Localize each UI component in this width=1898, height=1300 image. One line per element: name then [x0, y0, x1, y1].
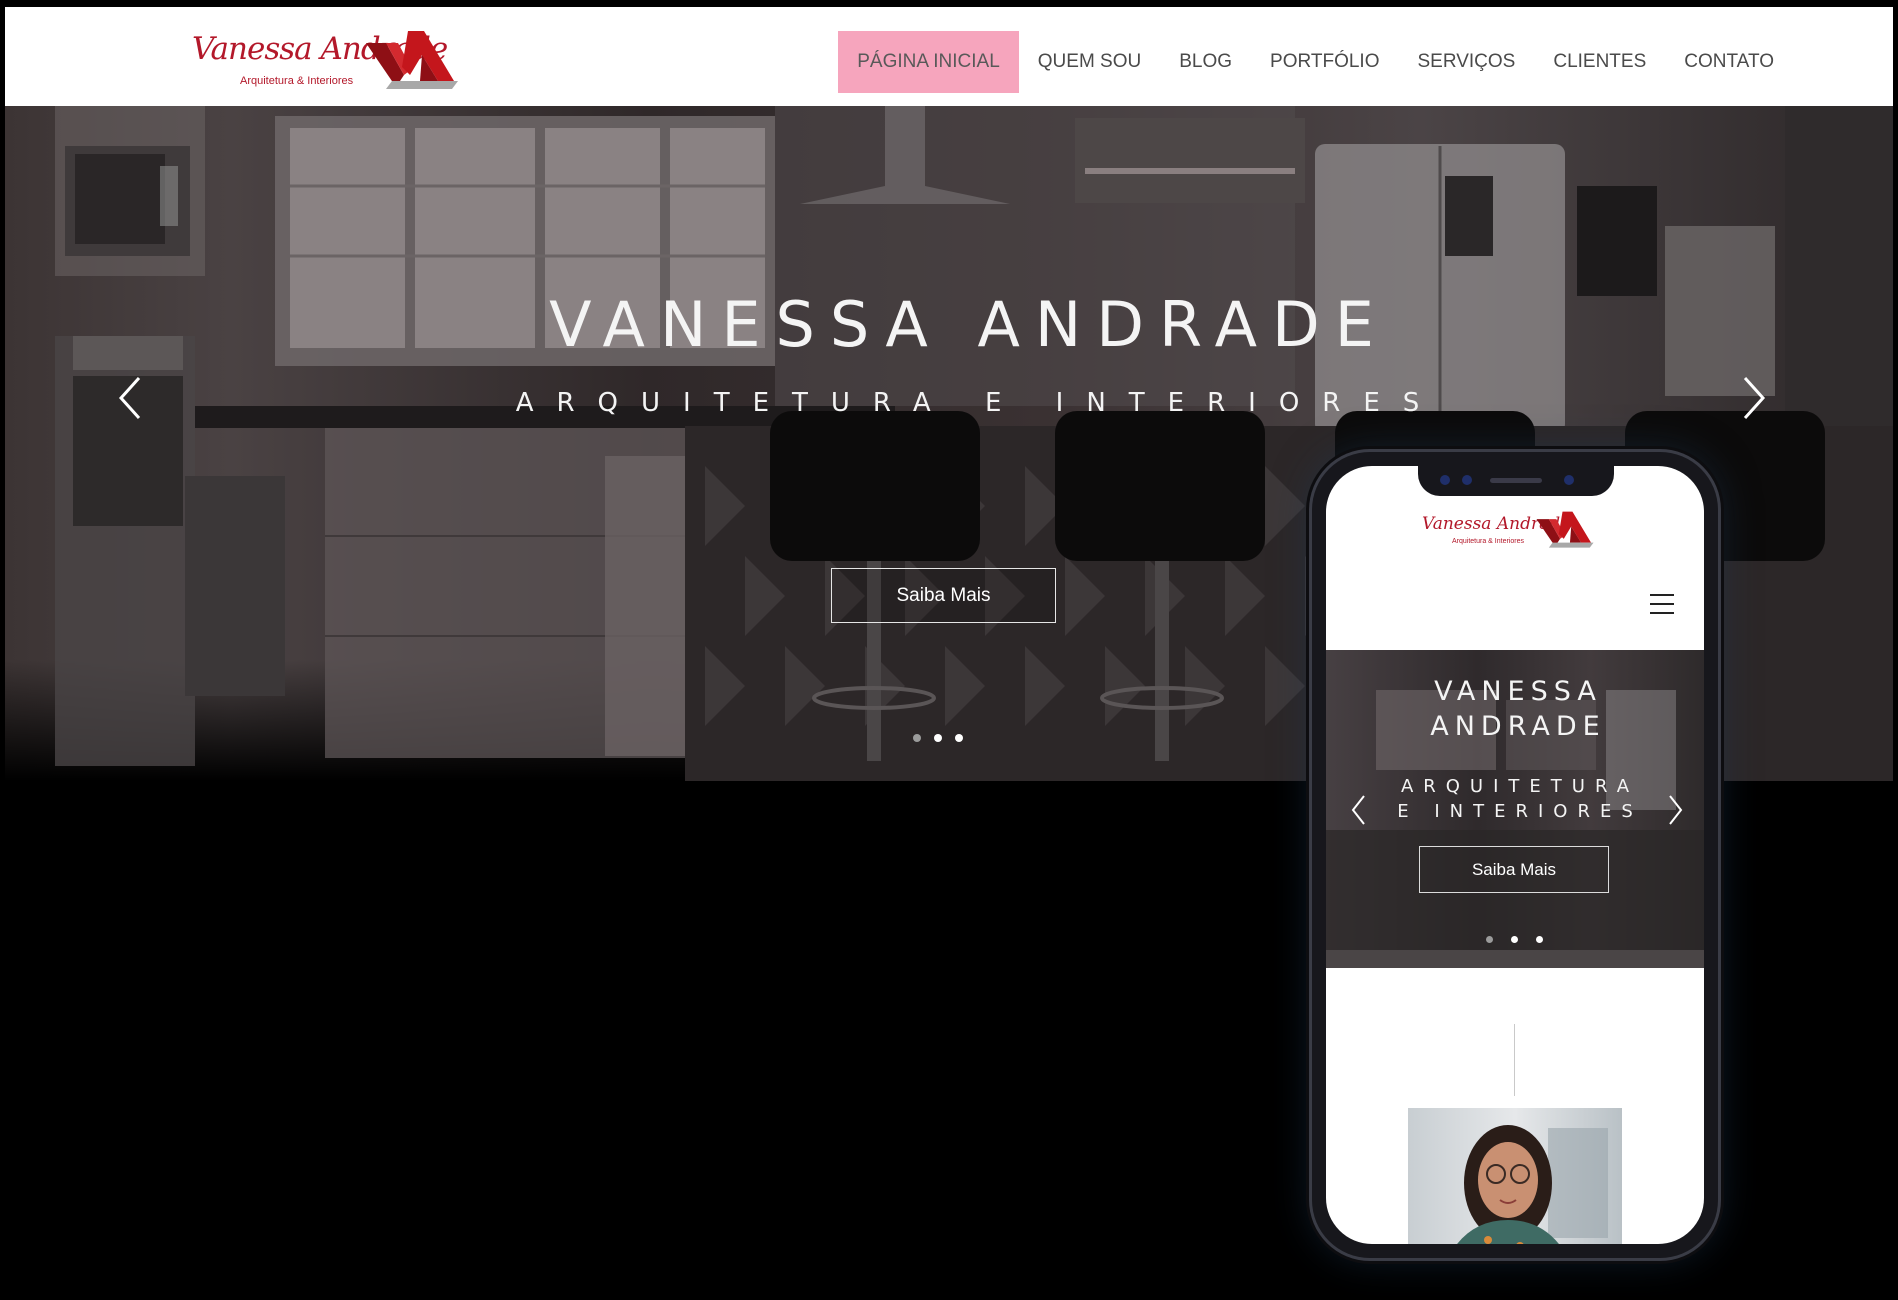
logo-tagline: Arquitetura & Interiores	[240, 75, 354, 87]
mobile-hero-title: VANESSA ANDRADE	[1326, 674, 1704, 744]
mobile-logo[interactable]: Vanessa Andrade Arquitetura & Interiores	[1422, 506, 1622, 566]
hamburger-menu-icon[interactable]	[1650, 594, 1674, 614]
nav-about[interactable]: QUEM SOU	[1019, 31, 1160, 93]
mobile-slide-dot-1[interactable]	[1486, 936, 1493, 943]
mobile-title-line-1: VANESSA	[1434, 676, 1602, 707]
mobile-slide-dot-3[interactable]	[1536, 936, 1543, 943]
speaker-icon	[1490, 478, 1542, 483]
chevron-right-icon[interactable]	[1733, 368, 1773, 428]
mobile-hero-subtitle: ARQUITETURA E INTERIORES	[1326, 774, 1704, 824]
chevron-left-icon[interactable]	[113, 368, 153, 428]
hero-title: VANESSA ANDRADE	[549, 288, 1389, 361]
chevron-right-icon[interactable]	[1664, 790, 1686, 830]
learn-more-button[interactable]: Saiba Mais	[831, 568, 1056, 623]
mobile-screen: Vanessa Andrade Arquitetura & Interiores	[1326, 466, 1704, 1244]
mobile-slide-dot-2[interactable]	[1511, 936, 1518, 943]
phone-notch	[1418, 466, 1614, 496]
portrait-image	[1457, 1125, 1608, 1244]
slide-dot-2[interactable]	[934, 734, 942, 742]
camera-icon	[1440, 475, 1450, 485]
hero-subtitle: ARQUITETURA E INTERIORES	[515, 388, 1443, 418]
site-logo[interactable]: Vanessa Andrade Arquitetura & Interiores	[192, 21, 472, 101]
mobile-slide-indicators	[1486, 936, 1543, 943]
va-logo-mark	[366, 31, 458, 89]
chevron-left-icon[interactable]	[1348, 790, 1370, 830]
mobile-subtitle-line-2: E INTERIORES	[1397, 801, 1643, 822]
slide-indicators	[913, 734, 963, 742]
nav-home[interactable]: PÁGINA INICIAL	[838, 31, 1019, 93]
mobile-logo-tagline: Arquitetura & Interiores	[1452, 538, 1524, 545]
nav-clients[interactable]: CLIENTES	[1534, 31, 1665, 93]
nav-services[interactable]: SERVIÇOS	[1398, 31, 1534, 93]
mobile-hero: VANESSA ANDRADE ARQUITETURA E INTERIORES…	[1326, 650, 1704, 968]
section-divider	[1514, 1024, 1515, 1096]
nav-blog[interactable]: BLOG	[1160, 31, 1251, 93]
nav-portfolio[interactable]: PORTFÓLIO	[1251, 31, 1398, 93]
site-header: Vanessa Andrade Arquitetura & Interiores…	[5, 7, 1893, 106]
va-logo-mark	[1536, 511, 1594, 548]
mobile-title-line-2: ANDRADE	[1430, 711, 1606, 742]
mobile-learn-more-button[interactable]: Saiba Mais	[1419, 846, 1609, 893]
nav-contact[interactable]: CONTATO	[1665, 31, 1793, 93]
slide-dot-3[interactable]	[955, 734, 963, 742]
sensor-icon	[1462, 475, 1472, 485]
camera-icon	[1564, 475, 1574, 485]
profile-photo	[1408, 1108, 1622, 1244]
slide-dot-1[interactable]	[913, 734, 921, 742]
phone-mockup: Vanessa Andrade Arquitetura & Interiores	[1312, 452, 1718, 1258]
mobile-subtitle-line-1: ARQUITETURA	[1400, 776, 1640, 797]
main-nav: PÁGINA INICIAL QUEM SOU BLOG PORTFÓLIO S…	[838, 31, 1893, 93]
